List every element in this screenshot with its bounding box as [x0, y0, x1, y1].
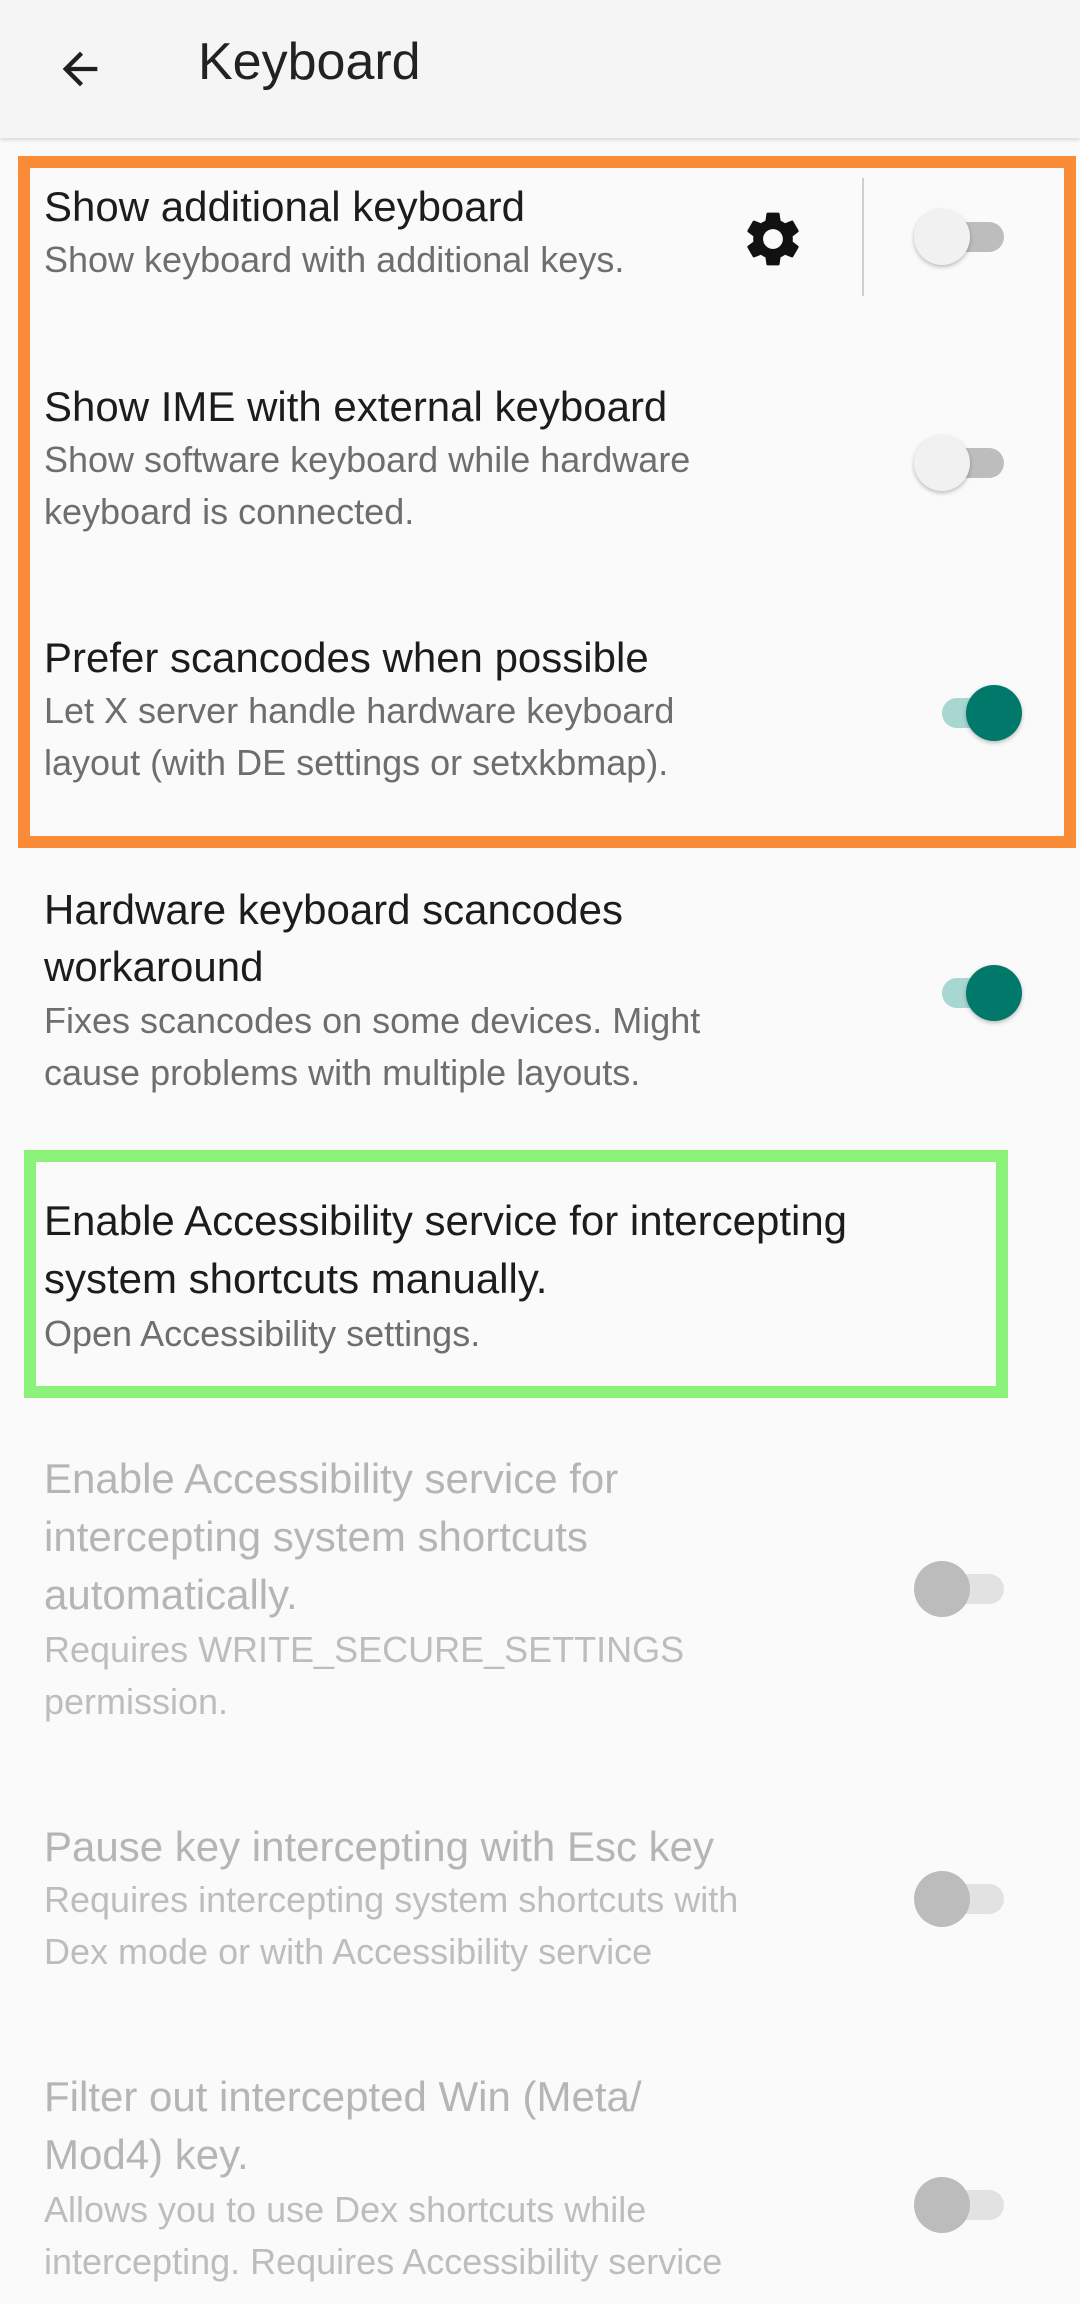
pref-hardware-scancodes-workaround[interactable]: Hardware keyboard scancodes workaround F…: [0, 873, 1080, 1113]
pref-summary: Requires WRITE_SECURE_SETTINGS: [44, 1629, 685, 1670]
hardware-scancodes-workaround-switch[interactable]: [932, 962, 1022, 1022]
gear-icon[interactable]: [740, 206, 806, 272]
pref-title: intercepting system shortcuts: [44, 1513, 588, 1560]
arrow-left-icon: [62, 51, 98, 87]
filter-win-key-switch[interactable]: [914, 2174, 1004, 2234]
back-button[interactable]: [40, 29, 120, 109]
pref-summary: Allows you to use Dex shortcuts while: [44, 2189, 647, 2230]
pref-title: Mod4) key.: [44, 2131, 249, 2178]
pref-title: Prefer scancodes when possible: [44, 634, 649, 681]
show-additional-keyboard-switch[interactable]: [914, 206, 1004, 266]
pref-title: Filter out intercepted Win (Meta/: [44, 2073, 642, 2120]
pref-title: Enable Accessibility service for: [44, 1455, 619, 1502]
pref-summary: intercepting. Requires Accessibility ser…: [44, 2241, 723, 2282]
pref-summary: layout (with DE settings or setxkbmap).: [44, 742, 669, 783]
pref-title: Pause key intercepting with Esc key: [44, 1823, 714, 1870]
page-title: Keyboard: [198, 33, 421, 91]
pref-accessibility-manual[interactable]: Enable Accessibility service for interce…: [0, 1192, 1080, 1372]
show-ime-external-keyboard-switch[interactable]: [914, 432, 1004, 492]
pref-summary: Dex mode or with Accessibility service: [44, 1931, 653, 1972]
pref-summary: Fixes scancodes on some devices. Might: [44, 1000, 701, 1041]
pref-summary: Let X server handle hardware keyboard: [44, 690, 675, 731]
pref-title: Enable Accessibility service for interce…: [44, 1197, 848, 1244]
pref-summary: Show software keyboard while hardware: [44, 439, 691, 480]
pref-title: workaround: [44, 943, 264, 990]
pref-summary: permission.: [44, 1681, 229, 1722]
app-bar: Keyboard: [0, 0, 1080, 138]
divider: [862, 178, 864, 296]
pref-summary: Requires intercepting system shortcuts w…: [44, 1879, 739, 1920]
pref-summary: keyboard is connected.: [44, 491, 415, 532]
prefer-scancodes-switch[interactable]: [932, 682, 1022, 742]
pref-prefer-scancodes[interactable]: Prefer scancodes when possible Let X ser…: [0, 621, 1080, 801]
pref-summary: cause problems with multiple layouts.: [44, 1052, 641, 1093]
pref-title: automatically.: [44, 1571, 298, 1618]
pref-title: Hardware keyboard scancodes: [44, 886, 623, 933]
pref-summary: Show keyboard with additional keys.: [44, 239, 625, 280]
pref-summary: Open Accessibility settings.: [44, 1313, 481, 1354]
pref-title: Show IME with external keyboard: [44, 383, 668, 430]
pref-title: system shortcuts manually.: [44, 1255, 548, 1302]
accessibility-automatic-switch[interactable]: [914, 1558, 1004, 1618]
pause-intercepting-esc-switch[interactable]: [914, 1868, 1004, 1928]
